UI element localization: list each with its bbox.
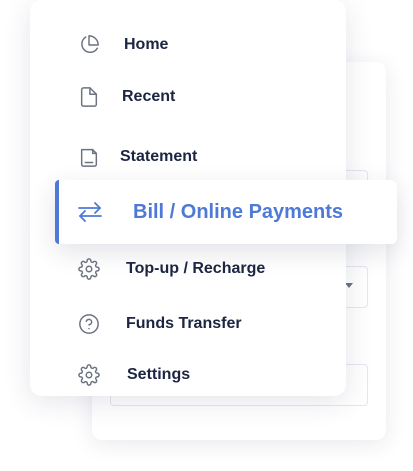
gear-icon [78, 258, 100, 280]
menu-item-label: Funds Transfer [126, 315, 242, 332]
menu-item-bill-online-payments[interactable]: Bill / Online Payments [55, 180, 397, 244]
menu-item-home[interactable]: Home [78, 34, 168, 56]
menu-item-label: Top-up / Recharge [126, 260, 266, 277]
document-icon [78, 86, 100, 108]
menu-item-statement[interactable]: Statement [78, 146, 197, 168]
menu-item-label: Settings [127, 366, 191, 383]
menu-item-label: Home [124, 36, 169, 53]
menu-item-settings[interactable]: Settings [78, 364, 190, 386]
documents-icon [78, 146, 100, 168]
menu-item-recent[interactable]: Recent [78, 86, 175, 108]
chevron-down-icon [345, 283, 353, 288]
menu-item-label: Recent [122, 88, 176, 105]
pie-chart-icon [78, 34, 100, 56]
transfer-arrows-icon [77, 201, 103, 223]
active-indicator [55, 180, 59, 244]
app-stage: Home Recent Statement Bill / Online Paym… [0, 0, 413, 471]
menu-item-funds-transfer[interactable]: Funds Transfer [78, 313, 242, 335]
menu-item-label: Bill / Online Payments [133, 201, 344, 223]
menu-item-top-up-recharge[interactable]: Top-up / Recharge [78, 258, 265, 280]
menu-item-label: Statement [120, 148, 198, 165]
gear-icon [78, 364, 100, 386]
help-circle-icon [78, 313, 100, 335]
